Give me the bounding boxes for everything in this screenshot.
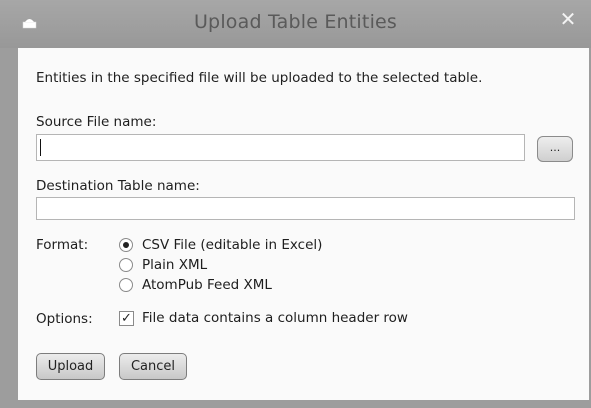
header-row-checkbox[interactable]: ✓ [119, 310, 134, 326]
dialog-title: Upload Table Entities [193, 11, 398, 33]
upload-table-entities-dialog: Upload Table Entities ✕ Entities in the … [0, 0, 591, 408]
header-row-label: File data contains a column header row [142, 310, 408, 326]
title-bar[interactable]: Upload Table Entities ✕ [0, 0, 591, 48]
format-label: Format: [36, 237, 89, 253]
radio-label-plain-xml: Plain XML [142, 257, 208, 273]
radio-option-atompub[interactable]: AtomPub Feed XML [119, 275, 272, 295]
radio-label-csv: CSV File (editable in Excel) [142, 237, 323, 253]
dialog-content: Entities in the specified file will be u… [18, 48, 589, 400]
header-row-option[interactable]: ✓ File data contains a column header row [119, 308, 408, 328]
source-file-label: Source File name: [36, 114, 157, 130]
text-caret [40, 139, 41, 156]
radio-label-atompub: AtomPub Feed XML [142, 277, 272, 293]
cancel-button[interactable]: Cancel [119, 353, 187, 380]
options-label: Options: [36, 311, 93, 327]
description-text: Entities in the specified file will be u… [36, 70, 483, 86]
radio-option-plain-xml[interactable]: Plain XML [119, 255, 207, 275]
destination-table-input[interactable] [36, 197, 575, 220]
radio-option-csv[interactable]: CSV File (editable in Excel) [119, 235, 322, 255]
close-icon[interactable]: ✕ [557, 8, 579, 30]
radio-button[interactable] [119, 278, 133, 292]
source-file-input[interactable] [36, 134, 525, 161]
radio-button[interactable] [119, 258, 133, 272]
browse-button[interactable]: ... [537, 136, 573, 162]
upload-button[interactable]: Upload [36, 353, 105, 380]
destination-table-label: Destination Table name: [36, 178, 200, 194]
radio-button-selected[interactable] [119, 238, 133, 252]
